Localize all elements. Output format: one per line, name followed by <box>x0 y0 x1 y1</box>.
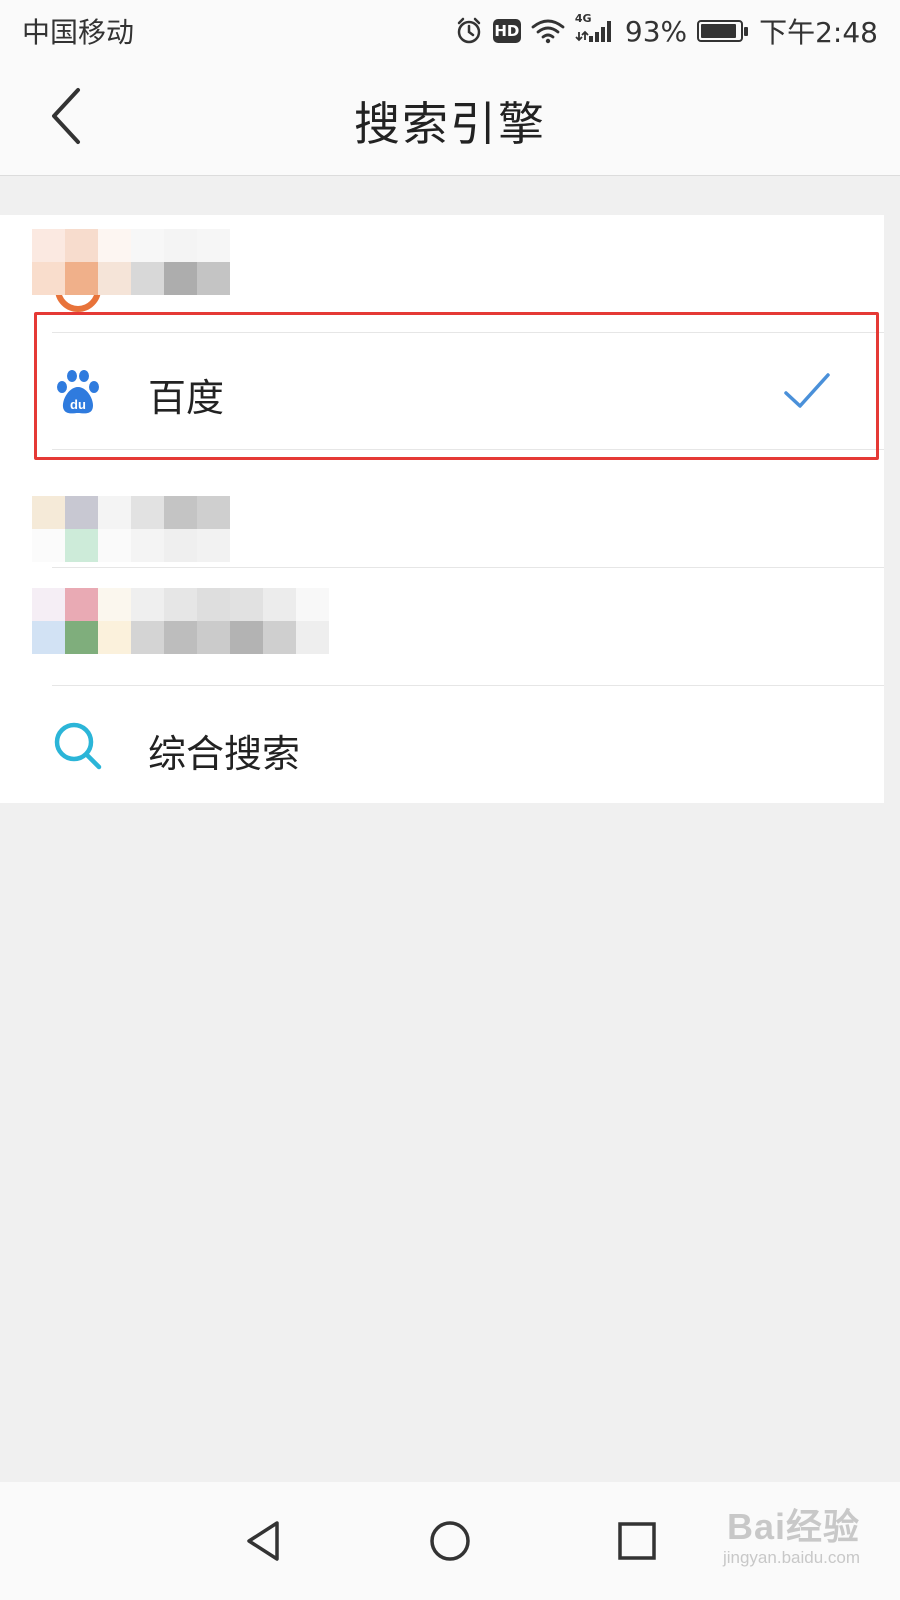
status-icons: HD 4G 93% 下午2:48 <box>455 11 878 51</box>
watermark-sub: jingyan.baidu.com <box>722 1548 860 1567</box>
battery-fill <box>701 24 737 38</box>
status-bar: 中国移动 HD 4G 93% 下午2:48 <box>0 0 900 62</box>
page-title: 搜索引擎 <box>354 97 546 151</box>
list-item-engine-4[interactable] <box>0 568 884 685</box>
battery-percent: 93% <box>624 14 688 48</box>
blurred-label <box>32 496 230 562</box>
home-circle-icon <box>430 1521 470 1561</box>
list-item-comprehensive-search[interactable]: 综合搜索 <box>0 686 884 803</box>
engine-label-comprehensive: 综合搜索 <box>148 732 301 776</box>
list-item-engine-3[interactable] <box>0 450 884 567</box>
recents-square-icon <box>617 1522 656 1560</box>
signal-icon: 4G <box>575 12 615 44</box>
clock: 下午2:48 <box>759 16 878 49</box>
watermark-main: Bai经验 <box>726 1506 860 1547</box>
checkmark-icon <box>784 373 830 408</box>
engine-label-baidu: 百度 <box>148 376 225 420</box>
nav-back-button[interactable] <box>233 1511 293 1571</box>
alarm-icon <box>455 17 483 45</box>
watermark: Bai经验 jingyan.baidu.com <box>723 1498 860 1568</box>
blurred-label <box>32 588 329 654</box>
list-item-engine-1[interactable] <box>0 215 884 332</box>
battery-icon <box>697 20 749 42</box>
baidu-icon-text: du <box>70 397 86 412</box>
network-type-label: 4G <box>574 12 592 25</box>
nav-recents-button[interactable] <box>607 1511 667 1571</box>
baidu-paw-icon: du <box>52 365 104 417</box>
carrier-label: 中国移动 <box>22 16 135 49</box>
nav-home-button[interactable] <box>420 1511 480 1571</box>
screen: 中国移动 HD 4G 93% 下午2:48 搜索引擎 du 百度 综合搜索 Ba… <box>0 0 900 1600</box>
search-icon <box>52 720 104 772</box>
wifi-icon <box>531 18 565 44</box>
header: 搜索引擎 <box>0 62 900 176</box>
list-item-baidu[interactable]: du 百度 <box>0 333 884 449</box>
back-triangle-icon <box>247 1521 280 1561</box>
search-engine-list: du 百度 综合搜索 <box>0 215 884 803</box>
blurred-label <box>32 229 230 295</box>
hd-icon: HD <box>492 19 521 43</box>
